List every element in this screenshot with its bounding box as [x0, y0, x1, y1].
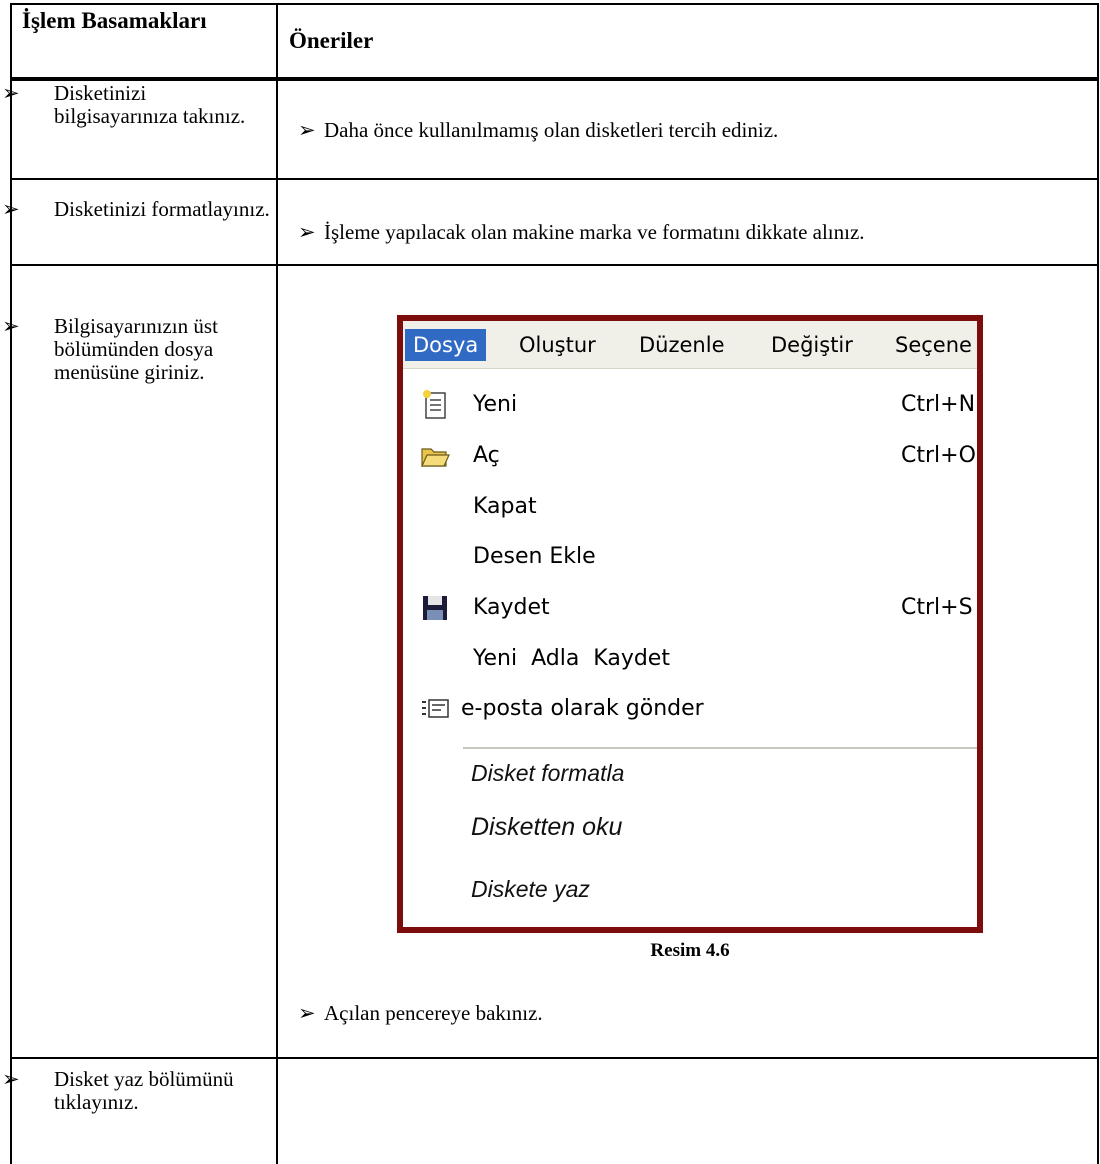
step-3: ➢ Bilgisayarınızın üst bölümünden dosya m… [2, 314, 284, 384]
step-1: ➢ Disketinizi bilgisayarınıza takınız. [2, 81, 274, 128]
bullet-arrow-icon: ➢ [2, 314, 20, 338]
suggestion-3-text: Açılan pencereye bakınız. [324, 1001, 543, 1025]
menu-item-disket-formatla[interactable]: Disket formatla [471, 760, 624, 787]
header-steps: İşlem Basamakları [22, 8, 207, 33]
figure-caption: Resim 4.6 [650, 940, 730, 961]
suggestion-3: ➢ Açılan pencereye bakınız. [298, 1002, 1078, 1025]
menu-item-label: e-posta olarak gönder [461, 696, 704, 721]
open-folder-icon [421, 448, 450, 467]
menu-item-kaydet[interactable]: Kaydet Ctrl+S [403, 586, 977, 630]
menu-separator [463, 747, 977, 749]
menubar-item-duzenle[interactable]: Düzenle [631, 329, 733, 361]
menu-item-label: Desen Ekle [473, 544, 596, 569]
menubar-item-degistir[interactable]: Değiştir [763, 329, 861, 361]
menu-item-kapat[interactable]: Kapat [403, 485, 977, 529]
step-2-text: Disketinizi formatlayınız. [54, 197, 270, 221]
table-border-top [10, 3, 1099, 5]
header-divider [10, 77, 1099, 81]
menu-item-disketten-oku[interactable]: Disketten oku [471, 813, 622, 842]
menubar-item-dosya[interactable]: Dosya [405, 329, 487, 361]
step-1-text: Disketinizi bilgisayarınıza takınız. [54, 81, 246, 128]
menubar: Dosya Oluştur Düzenle Değiştir Seçene [403, 321, 977, 369]
menu-item-eposta[interactable]: e-posta olarak gönder [403, 687, 977, 731]
menu-screenshot: Dosya Oluştur Düzenle Değiştir Seçene Ye… [403, 321, 977, 927]
menu-item-desen-ekle[interactable]: Desen Ekle [403, 535, 977, 579]
menu-item-diskete-yaz[interactable]: Diskete yaz [471, 876, 590, 903]
suggestion-1: ➢ Daha önce kullanılmamış olan disketleri… [298, 119, 1088, 142]
bullet-arrow-icon: ➢ [2, 81, 20, 105]
row-divider-3 [10, 1057, 1099, 1059]
new-document-icon [423, 390, 446, 419]
menubar-item-olustur[interactable]: Oluştur [511, 329, 604, 361]
menu-item-shortcut: Ctrl+N [901, 392, 976, 417]
menu-item-shortcut: Ctrl+S [901, 595, 973, 620]
menu-item-label: Yeni Adla Kaydet [473, 646, 670, 671]
step-2: ➢ Disketinizi formatlayınız. [2, 197, 274, 221]
suggestion-1-text: Daha önce kullanılmamış olan disketleri … [324, 118, 779, 142]
menu-item-ac[interactable]: Aç Ctrl+O [403, 434, 977, 478]
row-divider-2 [10, 264, 1099, 266]
save-disk-icon [423, 596, 447, 620]
menu-screenshot-frame: Dosya Oluştur Düzenle Değiştir Seçene Ye… [397, 315, 983, 933]
menu-item-shortcut: Ctrl+O [901, 443, 976, 468]
email-icon [422, 699, 449, 718]
bullet-arrow-icon: ➢ [298, 118, 316, 142]
row-divider-1 [10, 178, 1099, 180]
suggestion-2: ➢ İşleme yapılacak olan makine marka ve f… [298, 221, 1093, 244]
menu-item-label: Yeni [473, 392, 518, 417]
menu-item-yeni[interactable]: Yeni Ctrl+N [403, 383, 977, 427]
bullet-arrow-icon: ➢ [2, 1067, 20, 1091]
step-4: ➢ Disket yaz bölümünü tıklayınız. [2, 1067, 274, 1114]
menu-item-label: Kapat [473, 494, 537, 519]
bullet-arrow-icon: ➢ [2, 197, 20, 221]
menu-item-yeni-adla-kaydet[interactable]: Yeni Adla Kaydet [403, 637, 977, 681]
bullet-arrow-icon: ➢ [298, 1001, 316, 1025]
menubar-item-secenekler[interactable]: Seçene [887, 329, 977, 361]
header-suggestions: Öneriler [289, 28, 374, 53]
step-3-text: Bilgisayarınızın üst bölümünden dosya me… [54, 314, 218, 384]
menu-item-label: Kaydet [473, 595, 550, 620]
menu-item-label: Aç [473, 443, 500, 468]
bullet-arrow-icon: ➢ [298, 220, 316, 244]
step-4-text: Disket yaz bölümünü tıklayınız. [54, 1067, 234, 1114]
suggestion-2-text: İşleme yapılacak olan makine marka ve fo… [324, 220, 865, 244]
